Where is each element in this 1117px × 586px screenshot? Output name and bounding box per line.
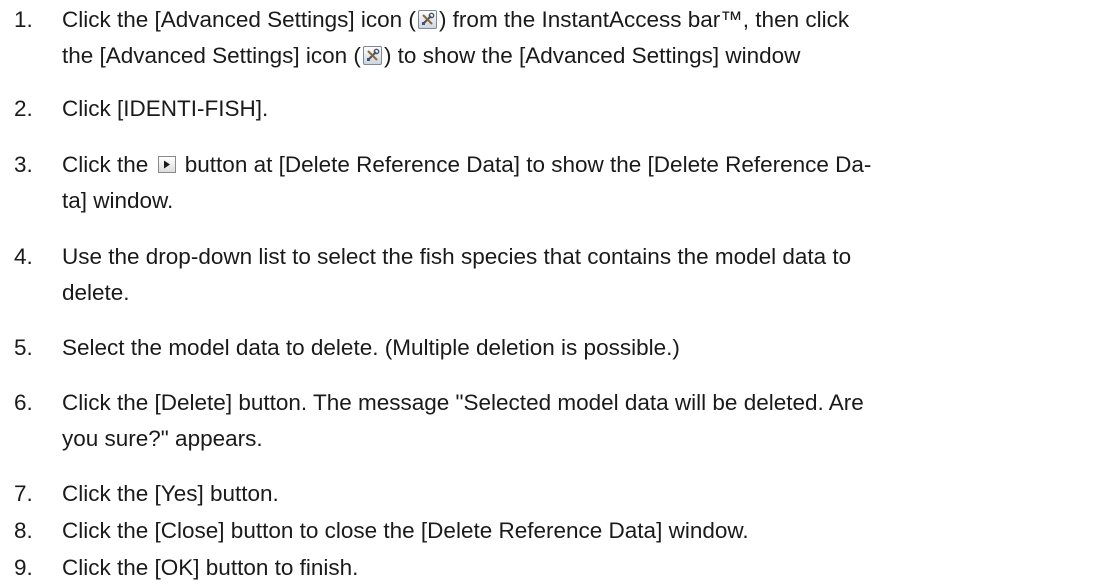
step-number: 8. (14, 518, 33, 543)
step-number: 1. (14, 7, 33, 32)
step-7: 7. Click the [Yes] button. (0, 476, 1117, 512)
step-text-line: Click the [Delete] button. The message "… (62, 390, 864, 415)
step-5: 5. Select the model data to delete. (Mul… (0, 330, 1117, 366)
advanced-settings-icon (417, 9, 437, 29)
expand-button-icon (157, 155, 176, 173)
step-text-line: you sure?" appears. (62, 426, 263, 451)
step-text: Click the button at [Delete Reference Da… (62, 147, 1117, 219)
step-text: Click the [Delete] button. The message "… (62, 385, 1117, 457)
step-text-segment: Click the [Advanced Settings] icon ( (62, 7, 416, 32)
step-3: 3. Click the button at [Delete Reference… (0, 147, 1117, 219)
step-text-segment: the [Advanced Settings] icon ( (62, 43, 361, 68)
step-2: 2. Click [IDENTI-FISH]. (0, 91, 1117, 127)
step-8: 8. Click the [Close] button to close the… (0, 513, 1117, 549)
step-text: Click the [Advanced Settings] icon ( ) fr… (62, 2, 1117, 74)
step-9: 9. Click the [OK] button to finish. (0, 550, 1117, 586)
step-number: 7. (14, 481, 33, 506)
step-6: 6. Click the [Delete] button. The messag… (0, 385, 1117, 457)
step-text-segment: ) from the InstantAccess bar™, then clic… (438, 7, 850, 32)
step-number: 2. (14, 96, 33, 121)
step-number: 9. (14, 555, 33, 580)
step-text-line: Use the drop-down list to select the fis… (62, 244, 852, 269)
step-text: Click [IDENTI-FISH]. (62, 96, 269, 121)
step-text-line: delete. (62, 280, 130, 305)
step-number: 6. (14, 390, 33, 415)
step-number: 5. (14, 335, 33, 360)
step-text: Click the [Yes] button. (62, 481, 279, 506)
advanced-settings-icon (362, 45, 382, 65)
step-4: 4. Use the drop-down list to select the … (0, 239, 1117, 311)
step-text: Use the drop-down list to select the fis… (62, 239, 1117, 311)
step-text: Click the [Close] button to close the [D… (62, 518, 749, 543)
step-text-segment: button at [Delete Reference Data] to sho… (178, 152, 872, 177)
step-text: Click the [OK] button to finish. (62, 555, 359, 580)
step-text-segment: Click the (62, 152, 155, 177)
step-number: 3. (14, 152, 33, 177)
step-text: Select the model data to delete. (Multip… (62, 335, 680, 360)
step-number: 4. (14, 244, 33, 269)
step-1: 1. Click the [Advanced Settings] icon ()… (0, 2, 1117, 74)
step-text-segment: ta] window. (62, 188, 174, 213)
step-text-segment: ) to show the [Advanced Settings] window (383, 43, 801, 68)
